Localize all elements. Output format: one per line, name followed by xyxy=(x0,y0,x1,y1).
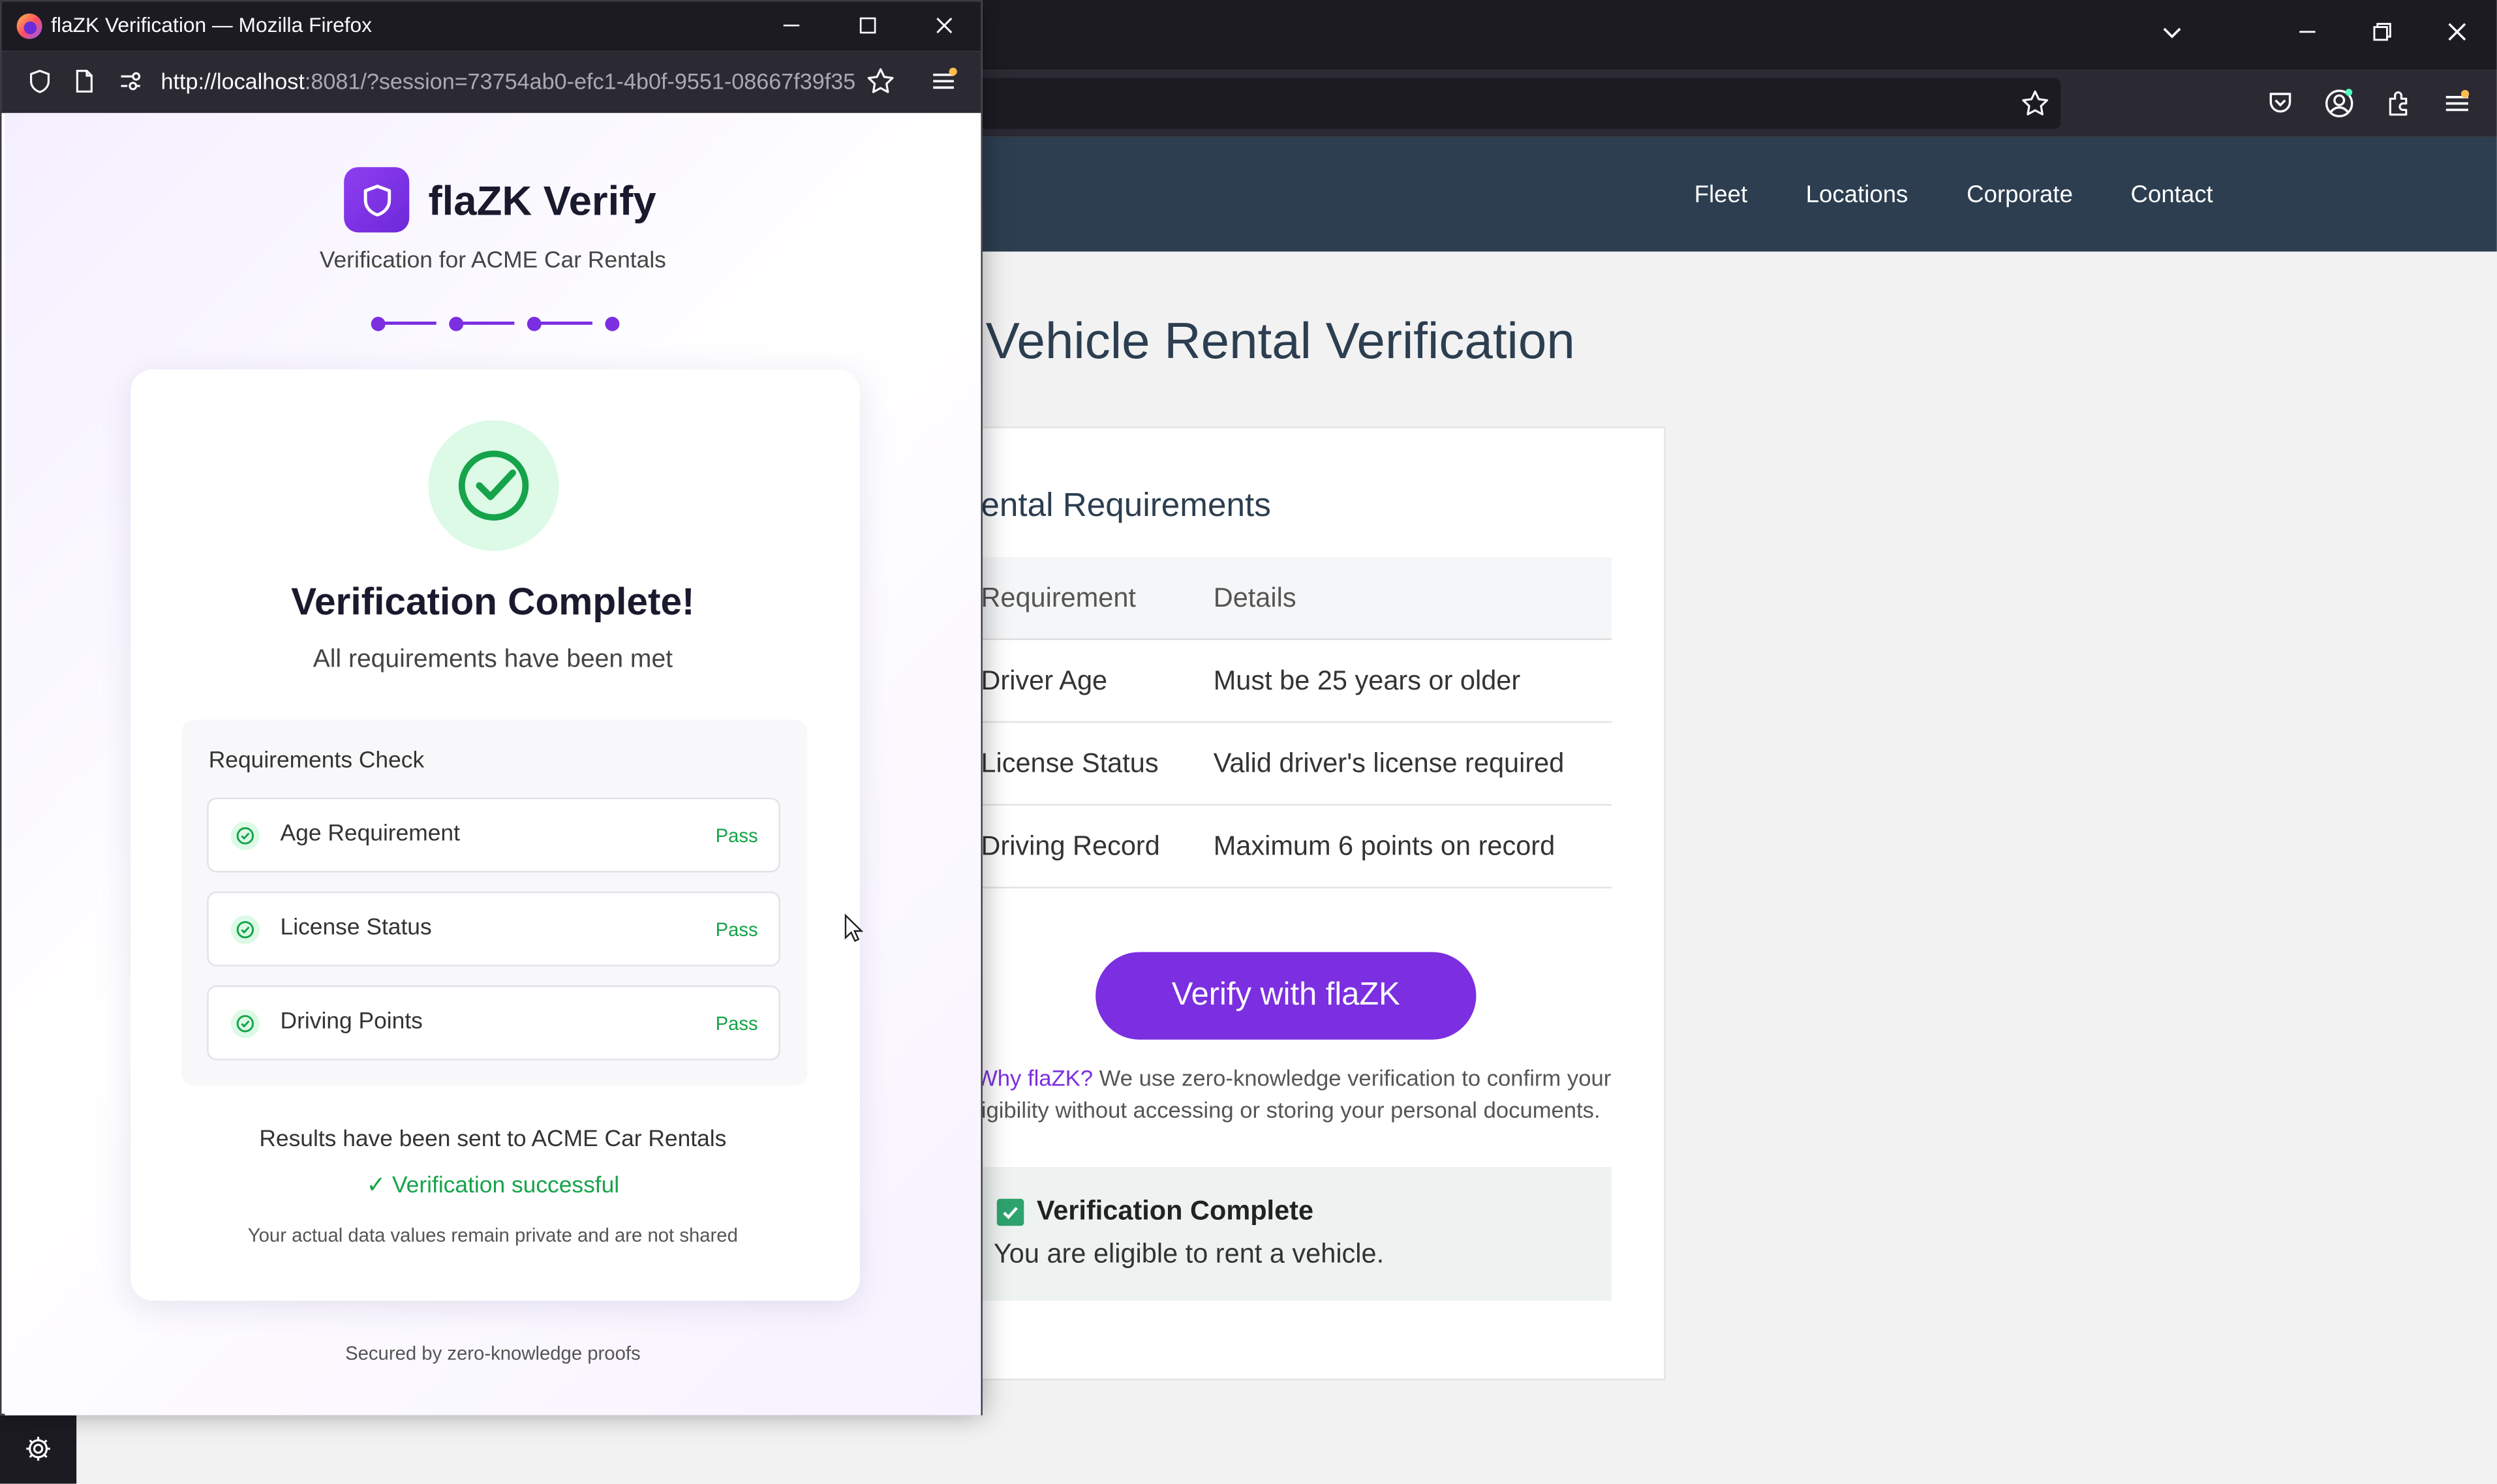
requirement-item-age: Age Requirement Pass xyxy=(207,797,780,873)
step-connector xyxy=(460,322,515,325)
column-header: Details xyxy=(1213,583,1296,613)
checkbox-checked-icon xyxy=(996,1198,1024,1226)
table-row: Driving Record Maximum 6 points on recor… xyxy=(955,806,1612,888)
bookmark-star-icon[interactable] xyxy=(2017,86,2053,121)
status-badge: Pass xyxy=(715,1012,758,1035)
extensions-icon[interactable] xyxy=(2381,86,2416,121)
restore-icon[interactable] xyxy=(2357,10,2408,54)
requirement-label: Age Requirement xyxy=(280,821,460,847)
popup-window-title: flaZK Verification — Mozilla Firefox xyxy=(51,12,373,37)
requirements-card-title: ental Requirements xyxy=(981,487,1271,524)
check-circle-icon xyxy=(230,915,260,945)
close-icon[interactable] xyxy=(922,8,966,43)
verification-complete-title: Verification Complete xyxy=(1036,1195,1314,1226)
nav-link-fleet[interactable]: Fleet xyxy=(1694,181,1747,208)
settings-gear-icon[interactable] xyxy=(0,1414,77,1484)
menu-icon[interactable] xyxy=(928,65,960,97)
minimize-icon[interactable] xyxy=(769,8,814,43)
why-text-line-2: ligibility without accessing or storing … xyxy=(976,1097,1601,1123)
verification-complete-box xyxy=(955,1166,1612,1301)
url-host: http://localhost xyxy=(161,68,305,94)
table-cell: Maximum 6 points on record xyxy=(1213,830,1555,862)
requirement-item-driving-points: Driving Points Pass xyxy=(207,985,780,1061)
why-flazk-link[interactable]: Why flaZK? xyxy=(976,1067,1093,1092)
popup-titlebar: flaZK Verification — Mozilla Firefox xyxy=(1,1,981,52)
requirement-label: Driving Points xyxy=(280,1009,423,1035)
check-circle-icon xyxy=(230,821,260,851)
shield-icon[interactable] xyxy=(24,65,56,97)
table-row: License Status Valid driver's license re… xyxy=(955,723,1612,806)
minimize-icon[interactable] xyxy=(2282,10,2333,54)
permissions-icon[interactable] xyxy=(115,65,147,97)
maximize-icon[interactable] xyxy=(846,8,890,43)
verification-success-text: ✓ Verification successful xyxy=(366,1173,620,1199)
popup-url-text[interactable]: http://localhost:8081/?session=73754ab0-… xyxy=(161,68,862,94)
page-title: Vehicle Rental Verification xyxy=(985,312,1575,370)
nav-link-locations[interactable]: Locations xyxy=(1806,181,1908,208)
verification-complete-text: You are eligible to rent a vehicle. xyxy=(993,1238,1385,1269)
pocket-icon[interactable] xyxy=(2263,86,2298,121)
why-flazk-text: Why flaZK? We use zero-knowledge verific… xyxy=(976,1065,1613,1127)
requirements-check-title: Requirements Check xyxy=(208,748,425,774)
table-cell: Driving Record xyxy=(981,830,1160,862)
secured-footer: Secured by zero-knowledge proofs xyxy=(345,1342,641,1365)
firefox-icon xyxy=(16,13,42,40)
table-cell: Must be 25 years or older xyxy=(1213,665,1521,696)
status-badge: Pass xyxy=(715,918,758,941)
verification-complete-heading: Verification Complete! xyxy=(291,581,695,624)
nav-link-contact[interactable]: Contact xyxy=(2131,181,2213,208)
status-badge: Pass xyxy=(715,825,758,847)
account-icon[interactable] xyxy=(2321,86,2357,121)
why-text-line-1: We use zero-knowledge verification to co… xyxy=(1093,1067,1612,1093)
check-circle-icon xyxy=(428,420,559,551)
verification-complete-subtitle: All requirements have been met xyxy=(313,646,673,674)
column-header: Requirement xyxy=(981,583,1136,613)
nav-link-corporate[interactable]: Corporate xyxy=(1967,181,2073,208)
table-cell: Driver Age xyxy=(981,665,1108,696)
menu-icon[interactable] xyxy=(2440,86,2475,121)
requirement-label: License Status xyxy=(280,915,432,941)
requirement-item-license: License Status Pass xyxy=(207,891,780,967)
bookmark-star-icon[interactable] xyxy=(865,65,896,97)
url-rest: :8081/?session=73754ab0-efc1-4b0f-9551-0… xyxy=(304,68,856,94)
close-icon[interactable] xyxy=(2432,10,2483,54)
table-header: Requirement Details xyxy=(955,557,1612,641)
tab-list-chevron-icon[interactable] xyxy=(2147,10,2198,54)
privacy-note: Your actual data values remain private a… xyxy=(247,1224,738,1247)
mouse-cursor-icon xyxy=(844,913,863,943)
step-connector xyxy=(382,322,437,325)
step-connector xyxy=(538,322,592,325)
brand-name: flaZK Verify xyxy=(428,176,656,225)
background-url-bar[interactable] xyxy=(955,78,2061,129)
page-icon[interactable] xyxy=(69,65,100,97)
table-cell: Valid driver's license required xyxy=(1213,748,1565,779)
brand-subtitle: Verification for ACME Car Rentals xyxy=(319,248,666,274)
step-dot xyxy=(605,316,620,331)
verify-with-flazk-button[interactable]: Verify with flaZK xyxy=(1095,952,1477,1040)
requirements-table: Requirement Details Driver Age Must be 2… xyxy=(955,557,1612,888)
popup-url-bar[interactable]: http://localhost:8081/?session=73754ab0-… xyxy=(1,51,981,114)
flazk-logo-icon xyxy=(344,167,410,233)
table-cell: License Status xyxy=(981,748,1159,779)
popup-window: flaZK Verification — Mozilla Firefox htt… xyxy=(0,0,983,1416)
progress-steps xyxy=(368,314,622,333)
table-row: Driver Age Must be 25 years or older xyxy=(955,640,1612,723)
check-circle-icon xyxy=(230,1009,260,1038)
results-sent-text: Results have been sent to ACME Car Renta… xyxy=(259,1127,727,1153)
